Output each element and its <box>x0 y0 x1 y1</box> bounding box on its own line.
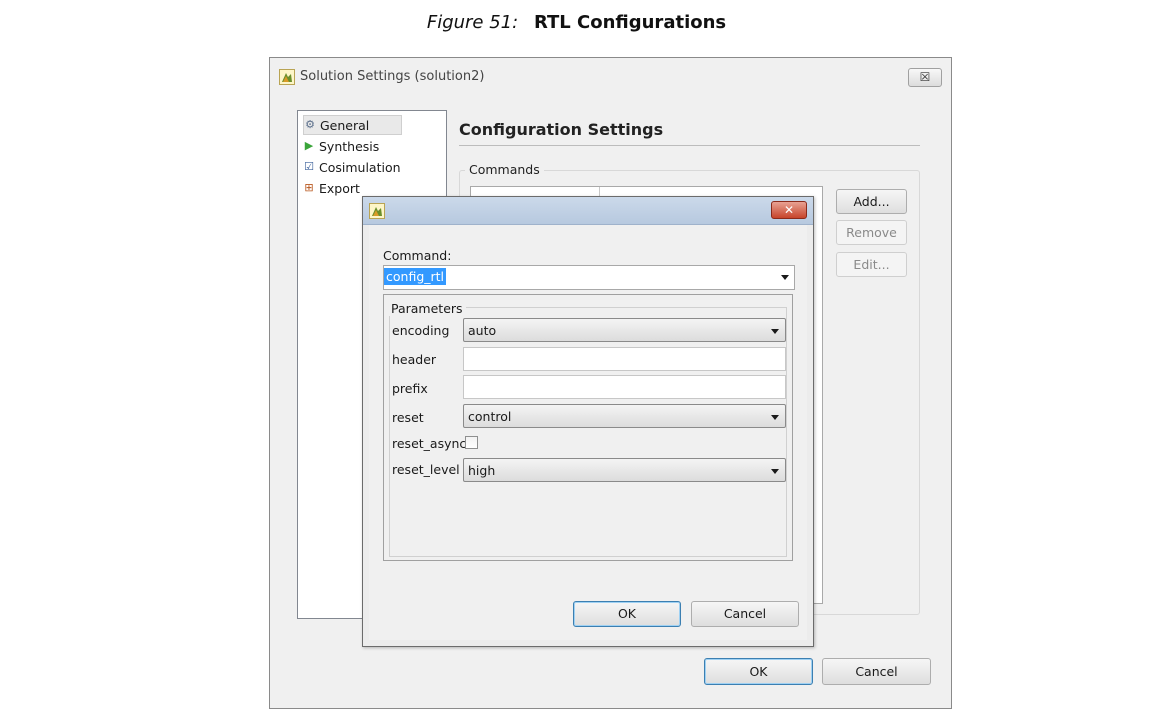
chevron-down-icon <box>771 469 779 474</box>
prefix-label: prefix <box>392 381 428 396</box>
encoding-select[interactable]: auto <box>463 318 786 342</box>
command-value: config_rtl <box>384 268 447 285</box>
window-cancel-button[interactable]: Cancel <box>822 658 931 685</box>
dialog-cancel-button[interactable]: Cancel <box>691 601 799 627</box>
export-icon: ⊞ <box>304 181 314 194</box>
dialog-titlebar: ✕ <box>363 197 813 225</box>
dialog-close-button[interactable]: ✕ <box>771 201 807 219</box>
header-field[interactable] <box>463 347 786 371</box>
prefix-field[interactable] <box>463 375 786 399</box>
reset-level-label: reset_level <box>392 462 460 477</box>
app-icon <box>279 69 295 85</box>
commands-label: Commands <box>465 162 544 177</box>
figure-caption: Figure 51: RTL Configurations <box>0 12 1153 33</box>
nav-item-label: Cosimulation <box>319 159 401 175</box>
reset-select[interactable]: control <box>463 404 786 428</box>
parameters-inner <box>389 307 787 557</box>
nav-item-label: Synthesis <box>319 138 380 154</box>
reset-level-value: high <box>468 463 496 478</box>
header-label: header <box>392 352 437 367</box>
synthesis-icon: ▶ <box>304 139 314 152</box>
section-divider <box>459 145 920 146</box>
reset-label: reset <box>392 410 424 425</box>
remove-button[interactable]: Remove <box>836 220 907 245</box>
chevron-down-icon[interactable] <box>781 274 789 280</box>
reset-value: control <box>468 409 512 424</box>
figure-title: RTL Configurations <box>533 12 727 33</box>
figure-number: Figure 51: <box>426 12 519 33</box>
add-button[interactable]: Add... <box>836 189 907 214</box>
command-label: Command: <box>383 248 452 263</box>
cosimulation-icon: ☑ <box>304 160 314 173</box>
nav-item-synthesis[interactable]: ▶ Synthesis <box>303 136 380 156</box>
dialog-ok-button[interactable]: OK <box>573 601 681 627</box>
nav-item-label: Export <box>319 180 360 196</box>
dialog-body: Command: config_rtl Parameters encoding … <box>369 225 807 640</box>
chevron-down-icon <box>771 329 779 334</box>
nav-item-general[interactable]: ⚙ General <box>303 115 403 135</box>
nav-item-export[interactable]: ⊞ Export <box>303 178 360 198</box>
window-title: Solution Settings (solution2) <box>300 69 485 84</box>
reset-async-checkbox[interactable] <box>465 436 478 449</box>
window-close-button[interactable]: ☒ <box>908 68 942 87</box>
app-icon <box>369 203 385 219</box>
command-combo[interactable]: config_rtl <box>383 265 795 290</box>
nav-item-label: General <box>320 117 370 133</box>
chevron-down-icon <box>771 415 779 420</box>
parameters-label: Parameters <box>388 301 466 316</box>
encoding-value: auto <box>468 323 497 338</box>
encoding-label: encoding <box>392 323 450 338</box>
command-dialog: ✕ Command: config_rtl Parameters encodin… <box>362 196 814 647</box>
reset-async-label: reset_async <box>392 436 467 451</box>
section-title: Configuration Settings <box>459 120 664 139</box>
nav-item-cosimulation[interactable]: ☑ Cosimulation <box>303 157 401 177</box>
window-titlebar: Solution Settings (solution2) ☒ <box>270 58 951 96</box>
reset-level-select[interactable]: high <box>463 458 786 482</box>
edit-button[interactable]: Edit... <box>836 252 907 277</box>
general-icon: ⚙ <box>305 118 315 131</box>
window-ok-button[interactable]: OK <box>704 658 813 685</box>
